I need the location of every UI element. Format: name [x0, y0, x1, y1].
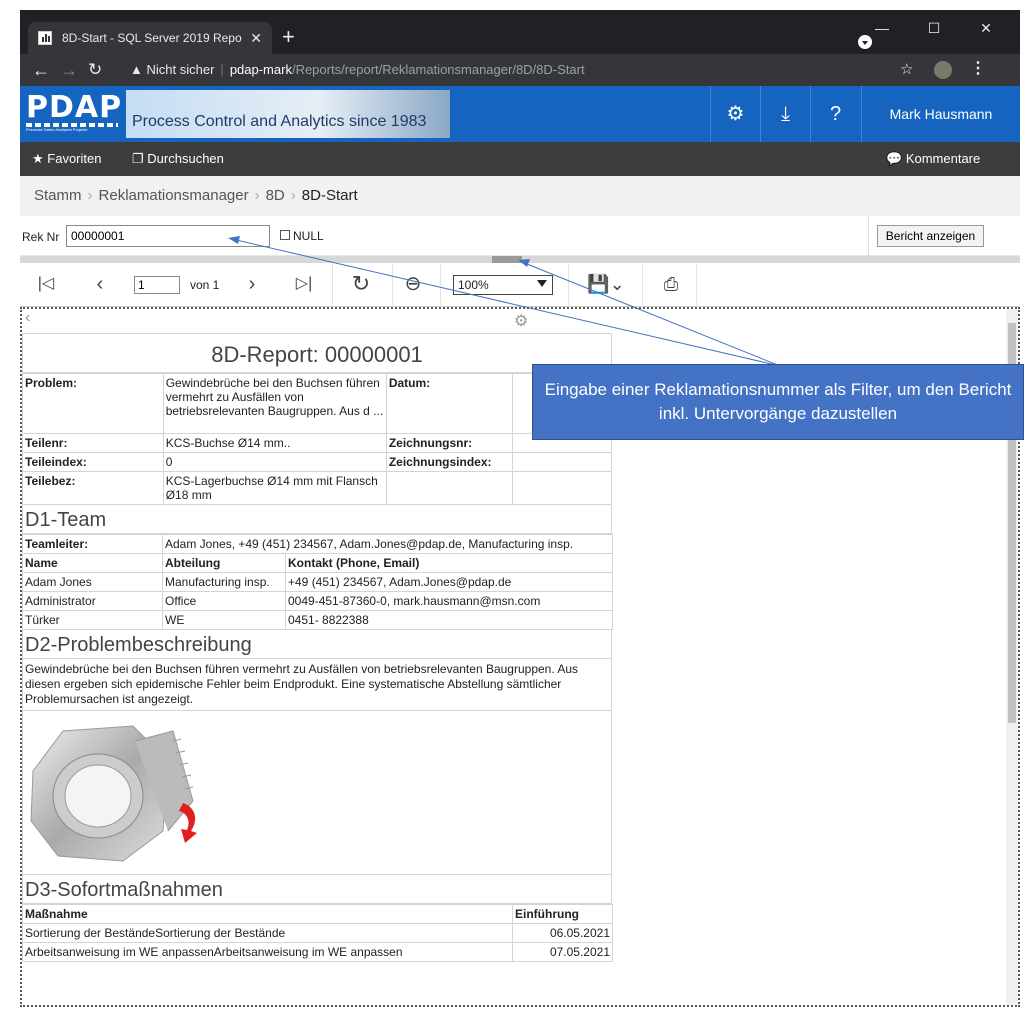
- d2-title: D2-Problembeschreibung: [22, 630, 612, 659]
- null-checkbox[interactable]: [280, 230, 290, 240]
- back-icon[interactable]: ⊖: [400, 271, 426, 297]
- settings-gear-icon[interactable]: ⚙: [710, 86, 760, 142]
- pane-splitter[interactable]: [20, 256, 1020, 263]
- breadcrumb-item[interactable]: Reklamationsmanager: [99, 187, 249, 204]
- warning-icon: ▲: [130, 62, 143, 77]
- maximize-icon[interactable]: ☐: [914, 20, 954, 37]
- comments-button[interactable]: 💬 Kommentare: [886, 142, 980, 176]
- tab-search-icon[interactable]: [858, 35, 872, 49]
- header-table: Problem: Gewindebrüche bei den Buchsen fü…: [22, 373, 612, 505]
- report-body: 8D-Report: 00000001 Problem: Gewindebrüch…: [22, 333, 613, 962]
- slogan-banner: Process Control and Analytics since 1983: [126, 90, 450, 138]
- table-header-row: Maßnahme Einführung: [22, 904, 613, 924]
- close-tab-icon[interactable]: ✕: [250, 22, 262, 54]
- first-page-icon[interactable]: |◁: [34, 271, 58, 297]
- breadcrumb-current: 8D-Start: [301, 187, 358, 204]
- table-row: Teamleiter: Adam Jones, +49 (451) 234567,…: [22, 534, 613, 554]
- table-row: Türker WE 0451- 8822388: [22, 610, 613, 630]
- portal-toolbar: ★ Favoriten ❐ Durchsuchen 💬 Kommentare: [20, 142, 1020, 176]
- save-icon[interactable]: 💾⌄: [586, 271, 626, 297]
- breadcrumb-item[interactable]: Stamm: [34, 187, 82, 204]
- minimize-icon[interactable]: —: [862, 20, 902, 36]
- null-label: NULL: [293, 229, 324, 243]
- table-row: Teilebez: KCS-Lagerbuchse Ø14 mm mit Flan…: [22, 471, 612, 505]
- breadcrumb-item[interactable]: 8D: [266, 187, 285, 204]
- team-table: Teamleiter: Adam Jones, +49 (451) 234567,…: [22, 534, 613, 630]
- chevron-left-icon[interactable]: ‹: [25, 309, 30, 327]
- star-icon: ★: [32, 151, 44, 166]
- address-bar[interactable]: ▲ Nicht sicher | pdap-mark/Reports/report/…: [116, 57, 896, 83]
- next-page-icon[interactable]: ›: [240, 271, 264, 297]
- avatar[interactable]: [934, 61, 952, 79]
- close-window-icon[interactable]: ✕: [966, 20, 1006, 37]
- tab-title: 8D-Start - SQL Server 2019 Repo: [62, 31, 242, 45]
- refresh-icon[interactable]: ↻: [348, 271, 374, 297]
- tab-strip: 8D-Start - SQL Server 2019 Repo ✕ + — ☐ …: [20, 10, 1020, 54]
- report-favicon-icon: [38, 31, 52, 45]
- table-row: Teilenr: KCS-Buchse Ø14 mm.. Zeichnungsnr:: [22, 433, 612, 453]
- browse-icon: ❐: [132, 151, 144, 166]
- table-row: Adam Jones Manufacturing insp. +49 (451) 2…: [22, 572, 613, 592]
- d1-title: D1-Team: [22, 505, 612, 534]
- browser-window: 8D-Start - SQL Server 2019 Repo ✕ + — ☐ …: [0, 0, 1024, 1015]
- comment-icon: 💬: [886, 151, 903, 166]
- table-row: Sortierung der BeständeSortierung der Be…: [22, 923, 613, 943]
- company-logo: PDAP Prozesse Daten Analysen Projekte: [26, 90, 123, 132]
- part-image: [22, 711, 612, 875]
- rek-nr-input[interactable]: [66, 225, 270, 247]
- measures-table: Maßnahme Einführung Sortierung der Bestän…: [22, 904, 613, 962]
- prev-page-icon[interactable]: ‹: [88, 271, 112, 297]
- download-icon[interactable]: ⤓: [760, 86, 810, 142]
- url-host: pdap-mark: [229, 62, 292, 77]
- chevron-down-icon: [537, 280, 547, 287]
- user-menu[interactable]: Mark Hausmann: [861, 86, 1020, 142]
- help-icon[interactable]: ?: [810, 86, 860, 142]
- app-header: PDAP Prozesse Daten Analysen Projekte Pr…: [20, 86, 1020, 142]
- print-icon[interactable]: ⎙: [658, 271, 684, 297]
- address-row: ← → ↻ ▲ Nicht sicher | pdap-mark/Reports/r…: [20, 54, 1020, 86]
- problem-description: Gewindebrüche bei den Buchsen führen ver…: [22, 659, 612, 711]
- favorites-button[interactable]: ★ Favoriten: [32, 142, 101, 176]
- new-tab-button[interactable]: +: [282, 22, 295, 52]
- breadcrumb: Stamm › Reklamationsmanager › 8D › 8D-Start: [20, 176, 1020, 216]
- table-row: Problem: Gewindebrüche bei den Buchsen fü…: [22, 373, 612, 434]
- back-nav-icon[interactable]: ←: [32, 58, 50, 82]
- zoom-select[interactable]: 100%: [453, 275, 553, 295]
- report-toolbar: |◁ ‹ von 1 › ▷| ↻ ⊖ 100% 💾⌄ ⎙: [20, 263, 1020, 307]
- splitter-handle[interactable]: [492, 256, 522, 263]
- show-report-button[interactable]: Bericht anzeigen: [877, 225, 984, 247]
- url-path: /Reports/report/Reklamationsmanager/8D/8…: [291, 62, 585, 77]
- table-header-row: Name Abteilung Kontakt (Phone, Email): [22, 553, 613, 573]
- parameter-pane: Rek Nr NULL Bericht anzeigen: [20, 216, 1020, 256]
- annotation-callout: Eingabe einer Reklamationsnummer als Fil…: [532, 364, 1024, 440]
- star-icon[interactable]: ☆: [900, 60, 913, 78]
- rek-nr-label: Rek Nr: [22, 230, 60, 244]
- table-row: Arbeitsanweisung im WE anpassenArbeitsan…: [22, 942, 613, 962]
- forward-nav-icon[interactable]: →: [60, 58, 78, 82]
- reload-icon[interactable]: ↻: [88, 58, 102, 82]
- menu-icon[interactable]: ⋮: [970, 58, 986, 78]
- last-page-icon[interactable]: ▷|: [292, 271, 316, 297]
- gear-icon: ⚙: [514, 313, 529, 330]
- bushing-picture: [30, 725, 197, 862]
- page-number-input[interactable]: [134, 276, 180, 294]
- report-title: 8D-Report: 00000001: [22, 333, 612, 373]
- security-label: Nicht sicher: [146, 62, 215, 77]
- table-row: Teileindex: 0 Zeichnungsindex:: [22, 452, 612, 472]
- browse-button[interactable]: ❐ Durchsuchen: [132, 142, 224, 176]
- browser-tab[interactable]: 8D-Start - SQL Server 2019 Repo ✕: [28, 22, 272, 54]
- page-count-label: von 1: [190, 278, 220, 292]
- table-row: Administrator Office 0049-451-87360-0, mar…: [22, 591, 613, 611]
- d3-title: D3-Sofortmaßnahmen: [22, 875, 612, 904]
